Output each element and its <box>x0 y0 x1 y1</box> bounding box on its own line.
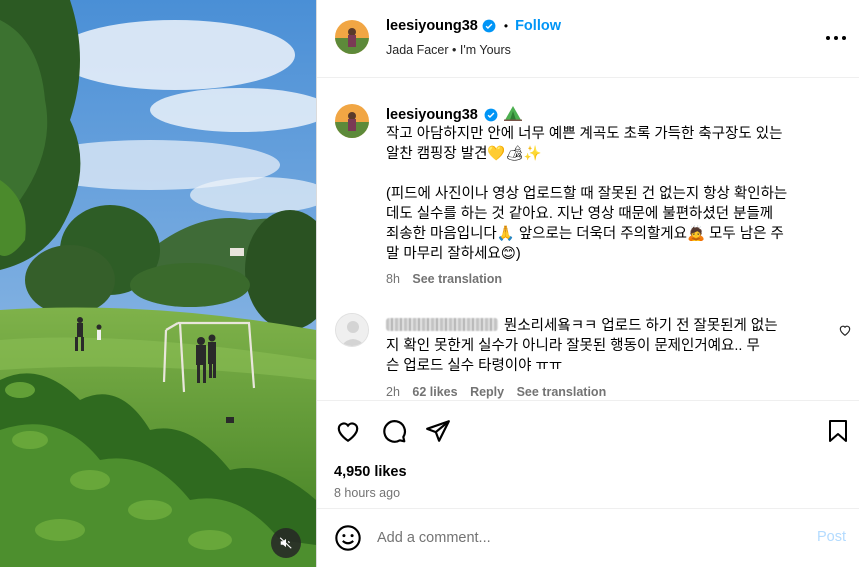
post-viewer: leesiyoung38 • Follow Jada Facer • I'm Y… <box>0 0 859 567</box>
avatar-image <box>335 104 369 138</box>
caption-line: 죄송한 마음입니다🙏 앞으로는 더욱더 주의할게요🙇 모두 남은 주 <box>386 226 784 242</box>
post-actions: 4,950 likes 8 hours ago Post <box>317 400 859 567</box>
verified-badge-icon <box>484 108 498 122</box>
post-media[interactable] <box>0 0 316 567</box>
header-separator: • <box>503 19 509 33</box>
add-comment-input[interactable] <box>377 526 797 550</box>
default-avatar-icon <box>336 314 368 346</box>
commenter-avatar[interactable] <box>335 313 369 347</box>
tent-emoji-icon <box>503 105 522 124</box>
heart-icon <box>337 422 359 443</box>
comment-see-translation[interactable]: See translation <box>517 385 607 399</box>
caption-meta: 8h See translation <box>386 272 502 286</box>
caption-line: 알찬 캠핑장 발견💛🏕✨ <box>386 146 542 162</box>
caption-line: 작고 아담하지만 안에 너무 예쁜 계곡도 초록 가득한 축구장도 있는 <box>386 126 783 142</box>
emoji-picker-icon[interactable] <box>334 524 362 552</box>
header-title-row: leesiyoung38 • Follow <box>386 18 561 34</box>
post-comment-button[interactable]: Post <box>817 529 846 545</box>
caption-author-avatar[interactable] <box>335 104 369 138</box>
post-timestamp: 8 hours ago <box>334 486 401 500</box>
mute-toggle-button[interactable] <box>271 528 301 558</box>
post-side-panel: leesiyoung38 • Follow Jada Facer • I'm Y… <box>316 0 859 567</box>
comment-meta: 2h 62 likes Reply See translation <box>386 385 606 399</box>
comment-icon <box>383 420 406 443</box>
caption-username[interactable]: leesiyoung38 <box>386 107 478 123</box>
bookmark-icon <box>829 420 847 442</box>
more-options-icon[interactable] <box>823 28 849 48</box>
photo-campground-field <box>0 0 316 567</box>
comment-reply-button[interactable]: Reply <box>470 385 504 399</box>
caption-line: 말 마무리 잘하세요😊) <box>386 246 521 262</box>
blurred-commenter-username[interactable] <box>386 318 498 331</box>
comment-like-heart-icon[interactable] <box>838 323 852 337</box>
add-comment-row: Post <box>317 508 859 567</box>
comment-text: 뭔소리세욬ㅋㅋ 업로드 하기 전 잘못된게 없는 지 확인 못한게 실수가 아니… <box>386 316 846 376</box>
share-button[interactable] <box>424 417 452 445</box>
caption-time[interactable]: 8h <box>386 272 400 286</box>
like-count[interactable]: 4,950 likes <box>334 464 407 480</box>
caption-line: 데도 실수를 하는 것 같아요. 지난 영상 때문에 불편하셨던 분들께 <box>386 206 774 222</box>
save-button[interactable] <box>824 417 852 445</box>
verified-badge-icon <box>482 19 496 33</box>
audio-separator: • <box>452 43 457 57</box>
follow-button[interactable]: Follow <box>515 18 561 34</box>
comment-time[interactable]: 2h <box>386 385 400 399</box>
comment-button[interactable] <box>380 417 408 445</box>
like-button[interactable] <box>334 417 362 445</box>
post-header: leesiyoung38 • Follow Jada Facer • I'm Y… <box>317 0 859 78</box>
comment-line: 지 확인 못한게 실수가 아니라 잘못된 행동이 문제인거예요.. 무 <box>386 338 760 354</box>
author-username[interactable]: leesiyoung38 <box>386 18 478 34</box>
speaker-muted-icon <box>279 537 292 549</box>
comment-line: 슨 업로드 실수 타령이야 ㅠㅠ <box>386 358 563 374</box>
audio-info[interactable]: Jada Facer • I'm Yours <box>386 43 511 57</box>
comment-likes[interactable]: 62 likes <box>412 385 457 399</box>
caption-text: 작고 아담하지만 안에 너무 예쁜 계곡도 초록 가득한 축구장도 있는 알찬 … <box>386 124 846 264</box>
caption-see-translation[interactable]: See translation <box>412 272 502 286</box>
audio-title: I'm Yours <box>459 43 511 57</box>
comment-line: 뭔소리세욬ㅋㅋ 업로드 하기 전 잘못된게 없는 <box>504 318 778 334</box>
caption-line: (피드에 사진이나 영상 업로드할 때 잘못된 건 없는지 항상 확인하는 <box>386 186 788 202</box>
share-icon <box>426 420 450 442</box>
audio-artist: Jada Facer <box>386 43 449 57</box>
avatar-image <box>335 20 369 54</box>
author-avatar[interactable] <box>335 20 369 54</box>
caption-user-row: leesiyoung38 <box>386 105 522 124</box>
